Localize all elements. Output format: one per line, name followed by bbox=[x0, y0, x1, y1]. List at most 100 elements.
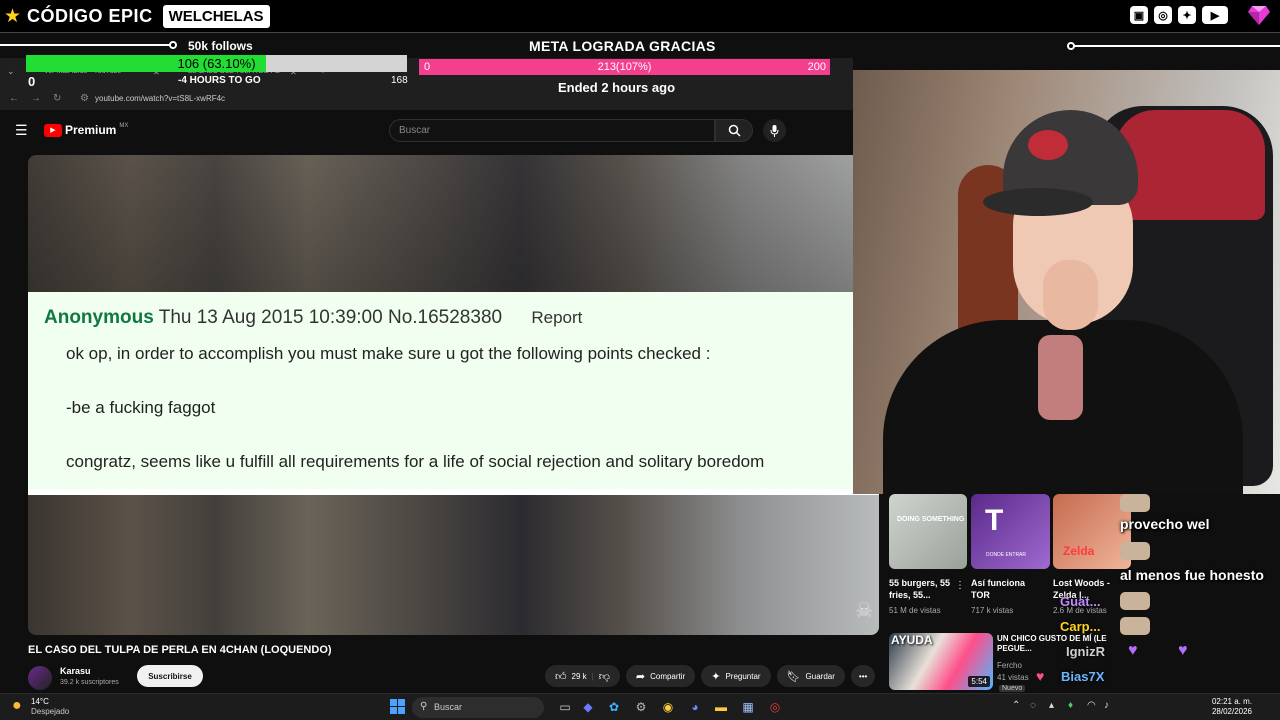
settings-icon[interactable]: ⚙ bbox=[632, 698, 650, 716]
thumbs-up-icon: 👍︎ bbox=[555, 670, 567, 683]
recommendation-channel-4: Fercho bbox=[997, 661, 1022, 670]
weather-description[interactable]: Despejado bbox=[31, 707, 69, 716]
chat-app-icon[interactable]: ◆ bbox=[579, 698, 597, 716]
chat-username-2: Carp... bbox=[1060, 619, 1101, 634]
search-icon: ⚲ bbox=[420, 701, 428, 712]
voice-search-button[interactable] bbox=[763, 119, 786, 142]
recommendation-views-1: 51 M de vistas bbox=[889, 606, 941, 615]
file-explorer-icon[interactable]: ▬ bbox=[712, 698, 730, 716]
chat-emote bbox=[1120, 494, 1150, 512]
post-meta: Thu 13 Aug 2015 10:39:00 No.16528380 bbox=[158, 307, 503, 328]
thumbs-down-icon[interactable]: 👎︎ bbox=[599, 670, 610, 683]
share-icon: ➦ bbox=[635, 670, 646, 683]
sub-goal-end: 200 bbox=[807, 61, 826, 73]
post-header: Anonymous Thu 13 Aug 2015 10:39:00 No.16… bbox=[44, 307, 582, 329]
volume-icon[interactable]: ♪ bbox=[1104, 700, 1109, 711]
youtube-logo[interactable]: ▶ Premium MX bbox=[44, 123, 128, 137]
recommendation-thumb-1[interactable]: DOING SOMETHING bbox=[889, 494, 967, 569]
video-player[interactable]: Anonymous Thu 13 Aug 2015 10:39:00 No.16… bbox=[28, 155, 879, 635]
reload-icon[interactable]: ↻ bbox=[53, 93, 61, 104]
task-view-icon[interactable]: ▭ bbox=[556, 698, 574, 716]
tray-expand-icon[interactable]: ⌃ bbox=[1012, 700, 1020, 711]
cap-brim bbox=[983, 188, 1093, 216]
chat-username-3: IgnizR bbox=[1066, 644, 1105, 659]
copilot-icon[interactable]: ✿ bbox=[605, 698, 623, 716]
forward-icon[interactable]: → bbox=[31, 93, 41, 104]
stream-brand: ★ CÓDIGO EPIC WELCHELAS bbox=[4, 3, 270, 29]
like-button[interactable]: 👍︎ 29 k | 👎︎ bbox=[545, 665, 620, 687]
more-actions-button[interactable]: ••• bbox=[850, 665, 876, 687]
clock-time[interactable]: 02:21 a. m. bbox=[1212, 697, 1252, 706]
like-count: 29 k bbox=[571, 671, 587, 681]
follow-goal-title: 50k follows bbox=[188, 39, 253, 53]
follow-goal-bar: 106 (63.10%) bbox=[26, 55, 407, 72]
skull-icon: ☠ bbox=[855, 600, 873, 622]
channel-avatar[interactable] bbox=[28, 666, 52, 690]
youtube-search-input[interactable]: Buscar bbox=[389, 119, 715, 142]
back-icon[interactable]: ← bbox=[9, 93, 19, 104]
follow-goal-progress: 106 (63.10%) bbox=[177, 56, 256, 71]
hamburger-menu-icon[interactable]: ☰ bbox=[15, 122, 28, 139]
channel-name[interactable]: Karasu bbox=[60, 666, 91, 676]
weather-icon[interactable]: ● bbox=[12, 697, 22, 715]
brand-code: CÓDIGO EPIC bbox=[27, 5, 153, 26]
start-button[interactable] bbox=[390, 699, 405, 714]
youtube-logo-region: MX bbox=[119, 123, 129, 129]
twitch-icon: ▣ bbox=[1130, 6, 1148, 24]
streamer-hand bbox=[1043, 260, 1098, 330]
chat-emote bbox=[1120, 617, 1150, 635]
tab-list-icon[interactable]: ⌄ bbox=[7, 66, 15, 77]
gem-icon bbox=[1248, 6, 1270, 25]
sub-goal-progress: 213(107%) bbox=[597, 61, 652, 73]
wifi-icon[interactable]: ◠ bbox=[1087, 700, 1096, 711]
site-info-icon[interactable]: ⚙ bbox=[80, 93, 89, 104]
recommendation-thumb-4[interactable]: AYUDA 5:54 bbox=[889, 633, 993, 690]
sparkle-icon: ✦ bbox=[711, 670, 721, 683]
obs-icon[interactable]: ◎ bbox=[766, 698, 784, 716]
chrome-icon[interactable]: ◉ bbox=[659, 698, 677, 716]
overlay-line-right bbox=[1074, 45, 1280, 47]
subscribe-button[interactable]: Suscribirse bbox=[137, 665, 203, 687]
webcam-feed bbox=[853, 70, 1280, 494]
tray-app-icon[interactable]: ◌ bbox=[1030, 700, 1036, 711]
thumb-text-2: DONDE ENTRAR bbox=[986, 552, 1027, 558]
weather-temperature[interactable]: 14°C bbox=[31, 697, 49, 706]
recommendation-title-1[interactable]: 55 burgers, 55 fries, 55... bbox=[889, 577, 955, 601]
recommendation-views-2: 717 k vistas bbox=[971, 606, 1014, 615]
heart-emote-icon: ♥ bbox=[1128, 642, 1138, 659]
ask-label: Preguntar bbox=[725, 671, 761, 681]
heart-emote-icon: ♥ bbox=[1178, 642, 1188, 659]
save-label: Guardar bbox=[805, 671, 835, 681]
chat-emote bbox=[1120, 542, 1150, 560]
share-label: Compartir bbox=[650, 671, 686, 681]
tray-app-icon[interactable]: ▴ bbox=[1049, 700, 1054, 711]
new-badge: Nuevo bbox=[999, 685, 1026, 692]
tray-app-icon[interactable]: ♦ bbox=[1068, 700, 1073, 711]
taskbar-search[interactable]: ⚲ Buscar bbox=[412, 697, 544, 718]
discord-icon[interactable]: ◕ bbox=[686, 698, 704, 716]
stream-top-bar: ★ CÓDIGO EPIC WELCHELAS ▣ ◎ ✦ ▶ bbox=[0, 0, 1280, 32]
post-line-1: ok op, in order to accomplish you must m… bbox=[66, 344, 711, 363]
clock-date[interactable]: 28/02/2026 bbox=[1212, 707, 1252, 716]
save-button[interactable]: 🔖︎ Guardar bbox=[776, 665, 845, 687]
address-bar[interactable]: youtube.com/watch?v=tS8L-xwRF4c bbox=[95, 94, 225, 103]
recommendation-thumb-2[interactable]: T DONDE ENTRAR bbox=[971, 494, 1050, 569]
chat-message-2: al menos fue honesto bbox=[1120, 567, 1264, 583]
photos-icon[interactable]: ▦ bbox=[739, 698, 757, 716]
chat-username-4: Bias7X bbox=[1061, 669, 1105, 684]
share-button[interactable]: ➦ Compartir bbox=[625, 665, 696, 687]
recommendation-title-2[interactable]: Así funciona TOR bbox=[971, 577, 1033, 601]
instagram-icon: ◎ bbox=[1154, 6, 1172, 24]
search-placeholder: Buscar bbox=[399, 125, 431, 136]
youtube-header: ☰ ▶ Premium MX Buscar bbox=[0, 110, 853, 150]
post-report: Report bbox=[531, 308, 583, 327]
overlay-dot-right bbox=[1067, 42, 1075, 50]
search-button[interactable] bbox=[715, 119, 753, 142]
youtube-play-icon: ▶ bbox=[44, 123, 62, 137]
video-blur-top bbox=[28, 155, 879, 292]
tor-logo-icon: T bbox=[985, 504, 1004, 537]
more-vert-icon[interactable]: ⋮ bbox=[955, 580, 965, 591]
bookmark-icon: 🔖︎ bbox=[786, 670, 801, 683]
windows-taskbar: ● 14°C Despejado ⚲ Buscar ▭ ◆ ✿ ⚙ ◉ ◕ ▬ … bbox=[0, 693, 1280, 720]
ask-button[interactable]: ✦ Preguntar bbox=[701, 665, 771, 687]
